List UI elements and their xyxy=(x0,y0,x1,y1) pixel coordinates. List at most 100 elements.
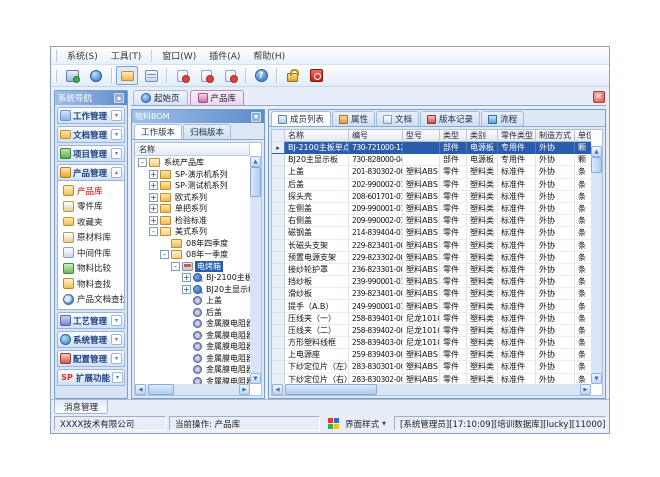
tree-vscroll-thumb[interactable] xyxy=(250,167,261,197)
doc-tab-起始页[interactable]: 起始页 xyxy=(133,90,188,105)
tree-node-BJ-2100主板单点[interactable]: +BJ-2100主板单点 xyxy=(135,272,250,284)
tree-node-金属膜电阻器[interactable]: -金属膜电阻器 xyxy=(135,376,250,385)
scroll-down-icon[interactable]: ▼ xyxy=(591,373,602,384)
table-row[interactable]: 下纱定位片（右）283-830302-00X塑料ABS零件塑料类标准件外协条 xyxy=(272,374,591,384)
collapse-icon[interactable]: - xyxy=(149,227,158,236)
collapse-icon[interactable]: - xyxy=(138,158,147,167)
expand-icon[interactable]: + xyxy=(182,273,191,282)
sidebar-group-系统管理[interactable]: 系统管理▾ xyxy=(57,331,125,348)
table-row[interactable]: 磁钢盖214-839404-01X塑料ABS零件塑料类标准件外协条 xyxy=(272,227,591,239)
expand-icon[interactable]: + xyxy=(149,193,158,202)
scroll-right-icon[interactable]: ▶ xyxy=(580,384,591,395)
sidebar-group-扩展功能[interactable]: SP扩展功能▾ xyxy=(57,369,125,386)
expand-icon[interactable]: + xyxy=(182,285,191,294)
chevron-down-icon[interactable]: ▾ xyxy=(112,372,123,383)
sidebar-item-物料查找[interactable]: 物料查找 xyxy=(58,276,124,292)
tree-node-系统产品库[interactable]: -系统产品库 xyxy=(135,157,250,169)
column-header-名称[interactable]: 名称 xyxy=(285,130,349,142)
table-row[interactable]: 右侧盖209-990002-01X塑料ABS零件塑料类标准件外协条 xyxy=(272,215,591,227)
bom-tab-工作版本[interactable]: 工作版本 xyxy=(134,124,182,139)
table-row[interactable]: 提手（A.B）249-990001-01X塑料ABS零件塑料类标准件外协条 xyxy=(272,300,591,312)
sidebar-item-产品库[interactable]: 产品库 xyxy=(58,183,124,199)
table-row[interactable]: BJ20主显示板730-828000-04X部件电源板专用件外协颗 xyxy=(272,154,591,166)
exit-button[interactable] xyxy=(305,66,327,85)
column-header-零件类型[interactable]: 零件类型 xyxy=(498,130,536,142)
chevron-down-icon[interactable]: ▾ xyxy=(111,129,122,140)
table-row[interactable]: 后盖202-990002-01X塑料ABS零件塑料类标准件外协条 xyxy=(272,179,591,191)
table-row[interactable]: 上电源座259-839403-00X塑料ABS零件塑料类标准件外协条 xyxy=(272,349,591,361)
table-row[interactable]: 长磁头支架229-823401-00X塑料ABS零件塑料类标准件外协条 xyxy=(272,240,591,252)
pin-icon[interactable]: ▪ xyxy=(114,93,124,103)
chevron-down-icon[interactable]: ▾ xyxy=(111,148,122,159)
bom-pin-icon[interactable]: ▪ xyxy=(251,112,261,122)
column-header-单位[interactable]: 单位 xyxy=(575,130,591,142)
grid-window-button[interactable] xyxy=(140,66,162,85)
scroll-up-icon[interactable]: ▲ xyxy=(591,146,602,157)
sidebar-item-物料比较[interactable]: 物料比较 xyxy=(58,261,124,277)
tree-node-08年一季度[interactable]: -08年一季度 xyxy=(135,249,250,261)
scroll-down-icon[interactable]: ▼ xyxy=(250,373,261,384)
menu-item-4[interactable]: 插件(A) xyxy=(203,48,246,63)
table-row[interactable]: 预置电源支架229-823302-00X塑料ABS零件塑料类标准件外协条 xyxy=(272,252,591,264)
member-tab-成员列表[interactable]: 成员列表 xyxy=(271,111,331,126)
message-management-tab[interactable]: 消息管理 xyxy=(54,400,108,414)
tree-horizontal-scrollbar[interactable]: ◀ ▶ xyxy=(135,384,250,395)
tree-hscroll-thumb[interactable] xyxy=(148,384,174,395)
collapse-icon[interactable]: - xyxy=(171,262,180,271)
table-vscroll-thumb[interactable] xyxy=(591,157,602,173)
menu-item-2[interactable]: 工具(T) xyxy=(105,48,148,63)
tree-column-header[interactable]: 名称 xyxy=(135,143,250,156)
tree-vertical-scrollbar[interactable]: ▲ ▼ xyxy=(250,156,261,384)
table-row[interactable]: 接纱轮护罩236-823301-00X塑料ABS零件塑料类标准件外协条 xyxy=(272,264,591,276)
column-header-类别[interactable]: 类别 xyxy=(467,130,498,142)
chevron-down-icon[interactable]: ▾ xyxy=(111,334,122,345)
sidebar-item-中间件库[interactable]: 中间件库 xyxy=(58,245,124,261)
sidebar-group-产品管理[interactable]: 产品管理▴ xyxy=(57,164,125,181)
globe-button[interactable] xyxy=(85,66,107,85)
chevron-down-icon[interactable]: ▾ xyxy=(111,110,122,121)
expand-icon[interactable]: + xyxy=(149,170,158,179)
column-header-型号[interactable]: 型号 xyxy=(403,130,440,142)
table-row[interactable]: 挡纱板239-990001-01X塑料ABS零件塑料类标准件外协条 xyxy=(272,276,591,288)
scroll-up-icon[interactable]: ▲ xyxy=(250,156,261,167)
doc-badge-2-button[interactable] xyxy=(195,66,217,85)
tree-node-SP-测试机系列[interactable]: +SP-测试机系列 xyxy=(135,180,250,192)
sidebar-item-零件库[interactable]: 零件库 xyxy=(58,199,124,215)
member-tab-版本记录[interactable]: 版本记录 xyxy=(420,111,480,126)
table-row[interactable]: 方形塑料线框258-839403-00X尼龙1010零件塑料类标准件外协条 xyxy=(272,337,591,349)
sidebar-item-原材料库[interactable]: 原材料库 xyxy=(58,230,124,246)
scroll-left-icon[interactable]: ◀ xyxy=(135,384,146,395)
sidebar-group-项目管理[interactable]: 项目管理▾ xyxy=(57,145,125,162)
column-header-制造方式[interactable]: 制造方式 xyxy=(536,130,575,142)
table-row[interactable]: 左侧盖209-990001-01X塑料ABS零件塑料类标准件外协条 xyxy=(272,203,591,215)
member-tab-流程[interactable]: 流程 xyxy=(481,111,524,126)
table-hscroll-thumb[interactable] xyxy=(285,384,377,395)
chevron-down-icon[interactable]: ▾ xyxy=(111,315,122,326)
help-button[interactable] xyxy=(250,66,272,85)
sidebar-group-工作管理[interactable]: 工作管理▾ xyxy=(57,107,125,124)
menu-item-1[interactable]: 系统(S) xyxy=(61,48,104,63)
collapse-icon[interactable]: - xyxy=(160,250,169,259)
tree-node-检验标准[interactable]: +检验标准 xyxy=(135,215,250,227)
column-header-类型[interactable]: 类型 xyxy=(440,130,467,142)
tree-node-BJ20主显示板[interactable]: +BJ20主显示板 xyxy=(135,284,250,296)
tree-node-SP-演示机系列[interactable]: +SP-演示机系列 xyxy=(135,169,250,181)
sidebar-item-收藏夹[interactable]: 收藏夹 xyxy=(58,214,124,230)
tree-node-欧式系列[interactable]: +欧式系列 xyxy=(135,192,250,204)
sidebar-group-配置管理[interactable]: 配置管理▾ xyxy=(57,350,125,367)
scroll-right-icon[interactable]: ▶ xyxy=(239,384,250,395)
tree-node-上盖[interactable]: -上盖 xyxy=(135,295,250,307)
table-row[interactable]: ▸BJ-2100主板单点730-721000-12X部件电源板专用件外协颗 xyxy=(272,142,591,154)
tree-node-08年四季度[interactable]: -08年四季度 xyxy=(135,238,250,250)
table-row[interactable]: 压线夹（二）258-839402-00X尼龙1010零件塑料类标准件外协条 xyxy=(272,325,591,337)
open-folder-button[interactable] xyxy=(116,66,138,85)
scroll-left-icon[interactable]: ◀ xyxy=(272,384,283,395)
member-tab-文档[interactable]: 文档 xyxy=(376,111,419,126)
tree-node-金属膜电阻器[interactable]: -金属膜电阻器 xyxy=(135,330,250,342)
doc-badge-1-button[interactable] xyxy=(171,66,193,85)
tree-node-美式系列[interactable]: -美式系列 xyxy=(135,226,250,238)
sidebar-group-文档管理[interactable]: 文档管理▾ xyxy=(57,126,125,143)
table-row[interactable]: 探头壳208-601701-01X塑料ABS零件塑料类标准件外协条 xyxy=(272,191,591,203)
ui-style-button[interactable]: 界面样式 ▼ xyxy=(323,416,391,431)
tree-node-后盖[interactable]: -后盖 xyxy=(135,307,250,319)
